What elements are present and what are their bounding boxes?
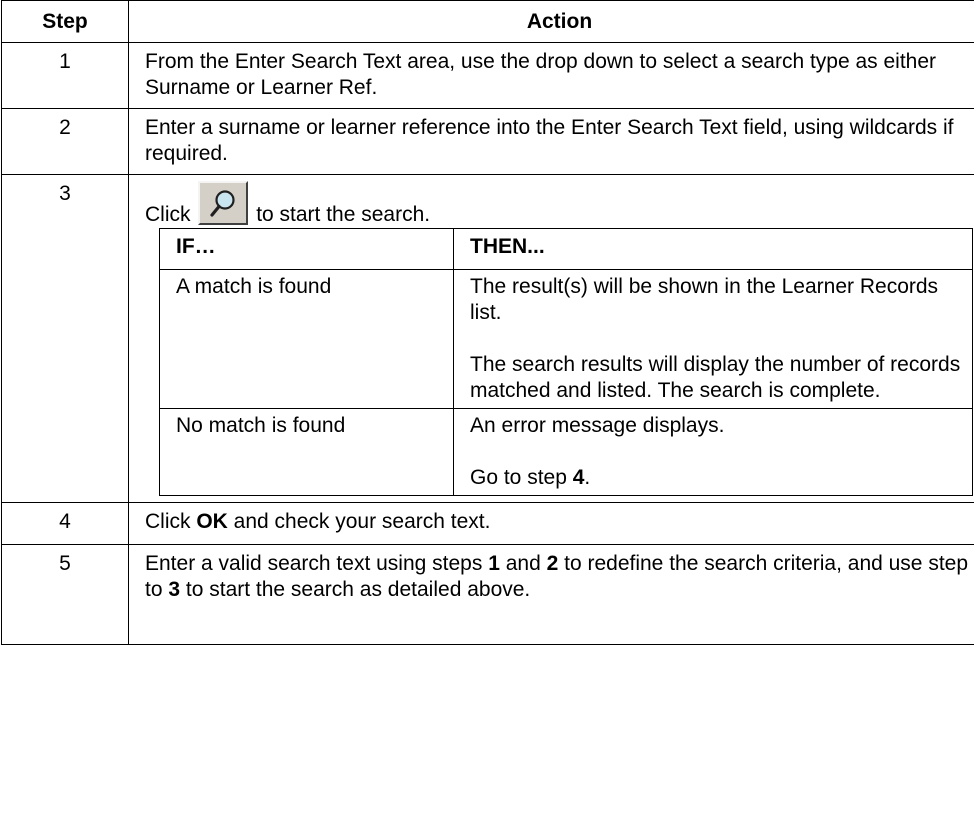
outcome-text: The result(s) will be shown in the Learn…: [470, 275, 939, 324]
header-row: Step Action: [1, 0, 974, 43]
if-then-header: IF… THEN...: [159, 228, 973, 270]
table-row: 1 From the Enter Search Text area, use t…: [1, 42, 974, 109]
action-text: From the Enter Search Text area, use the…: [128, 42, 974, 109]
click-label: Click: [145, 203, 191, 226]
if-then-table: IF… THEN... A match is found The result(…: [159, 228, 973, 496]
header-then: THEN...: [453, 228, 973, 270]
header-if: IF…: [159, 228, 454, 270]
table-row: 5 Enter a valid search text using steps …: [1, 544, 974, 645]
if-then-row: A match is found The result(s) will be s…: [159, 269, 973, 409]
table-row: 2 Enter a surname or learner reference i…: [1, 108, 974, 175]
table-row: 3 Click to start the search. IF… THEN...: [1, 174, 974, 503]
step-number: 2: [1, 108, 129, 175]
outcome-text: An error message displays.: [470, 414, 725, 437]
outcome-text: The search results will display the numb…: [470, 353, 961, 402]
action-text: Enter a surname or learner reference int…: [128, 108, 974, 175]
if-then-row: No match is found An error message displ…: [159, 408, 973, 496]
step-number: 1: [1, 42, 129, 109]
search-button[interactable]: [198, 181, 249, 225]
outcome-cell: An error message displays. Go to step 4.: [453, 408, 973, 496]
action-cell: Click to start the search. IF… THEN... A…: [128, 174, 974, 503]
table-row: 4 Click OK and check your search text.: [1, 502, 974, 545]
outcome-cell: The result(s) will be shown in the Learn…: [453, 269, 973, 409]
step-number: 4: [1, 502, 129, 545]
action-text: Enter a valid search text using steps 1 …: [128, 544, 974, 645]
action-text: Click OK and check your search text.: [128, 502, 974, 545]
header-action: Action: [128, 0, 974, 43]
magnifier-search-icon: [210, 190, 235, 217]
condition-text: A match is found: [159, 269, 454, 409]
step-number: 3: [1, 174, 129, 503]
procedure-table: Step Action 1 From the Enter Search Text…: [1, 0, 974, 645]
click-suffix: to start the search.: [256, 203, 431, 226]
step-number: 5: [1, 544, 129, 645]
outcome-text: Go to step 4.: [470, 466, 591, 489]
condition-text: No match is found: [159, 408, 454, 496]
click-instruction: Click to start the search.: [145, 181, 974, 228]
header-step: Step: [1, 0, 129, 43]
